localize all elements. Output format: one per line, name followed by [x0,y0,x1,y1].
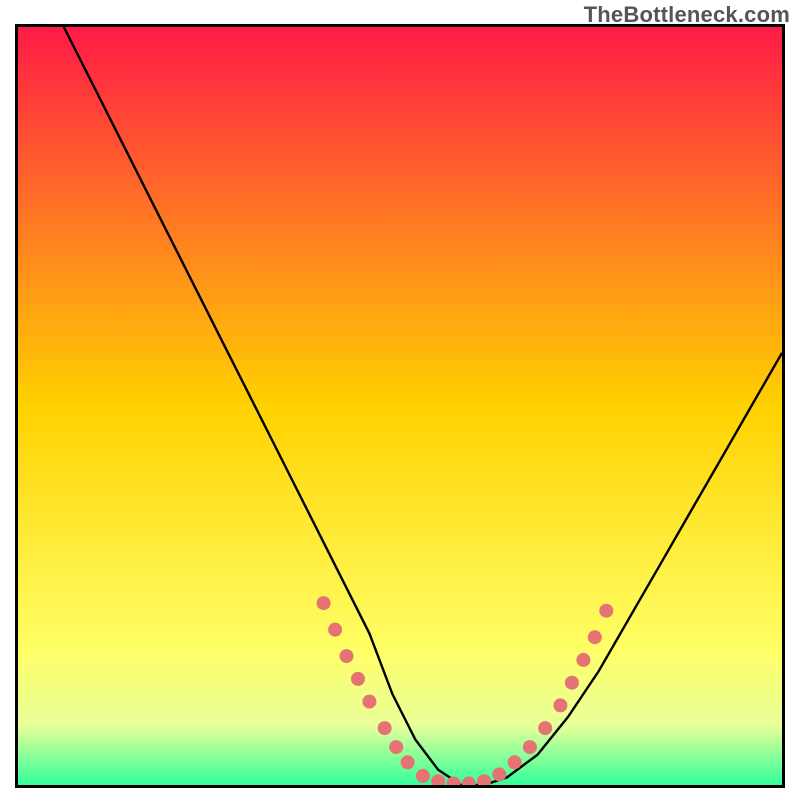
marker-point [340,649,354,663]
chart-container: TheBottleneck.com [0,0,800,800]
marker-point [328,623,342,637]
marker-point [523,740,537,754]
marker-point [538,721,552,735]
chart-background [18,27,782,785]
marker-point [389,740,403,754]
marker-point [553,698,567,712]
marker-point [362,695,376,709]
marker-point [565,676,579,690]
marker-point [416,769,430,783]
watermark-text: TheBottleneck.com [584,2,790,28]
marker-point [351,672,365,686]
marker-point [317,596,331,610]
chart-svg [18,27,782,785]
marker-point [378,721,392,735]
marker-point [401,755,415,769]
marker-point [599,604,613,618]
marker-point [492,767,506,781]
plot-area [18,27,782,785]
marker-point [588,630,602,644]
marker-point [576,653,590,667]
marker-point [508,755,522,769]
